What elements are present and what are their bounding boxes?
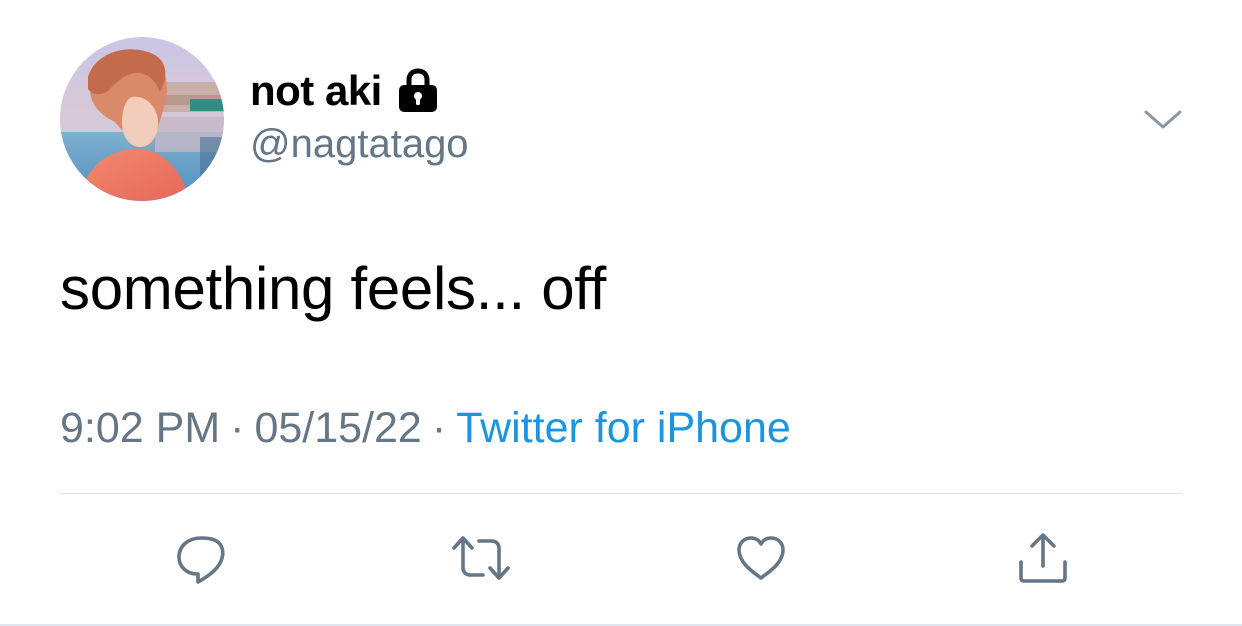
separator: · [431,404,447,452]
tweet-date[interactable]: 05/15/22 [254,404,421,452]
like-button[interactable] [729,526,793,590]
tweet-actions [0,526,1242,590]
tweet-source-link[interactable]: Twitter for iPhone [456,404,791,452]
avatar[interactable] [60,37,224,201]
retweet-button[interactable] [449,526,513,590]
heart-icon [737,536,785,580]
reply-button[interactable] [169,526,233,590]
divider [60,493,1182,494]
separator: · [230,404,245,452]
share-button[interactable] [1011,526,1075,590]
display-name[interactable]: not aki [250,70,382,112]
tweet-metadata: 9:02 PM · 05/15/22 · Twitter for iPhone [60,403,791,455]
tweet-time[interactable]: 9:02 PM [60,404,220,452]
reply-icon [177,536,225,584]
share-icon [1019,533,1067,583]
retweet-icon [452,536,510,580]
user-handle[interactable]: @nagtatago [250,124,469,164]
tweet-text: something feels... off [60,255,606,322]
lock-icon [396,68,440,114]
user-name-row[interactable]: not aki [250,64,440,118]
avatar-image [60,37,224,201]
chevron-down-icon[interactable] [1142,104,1184,134]
